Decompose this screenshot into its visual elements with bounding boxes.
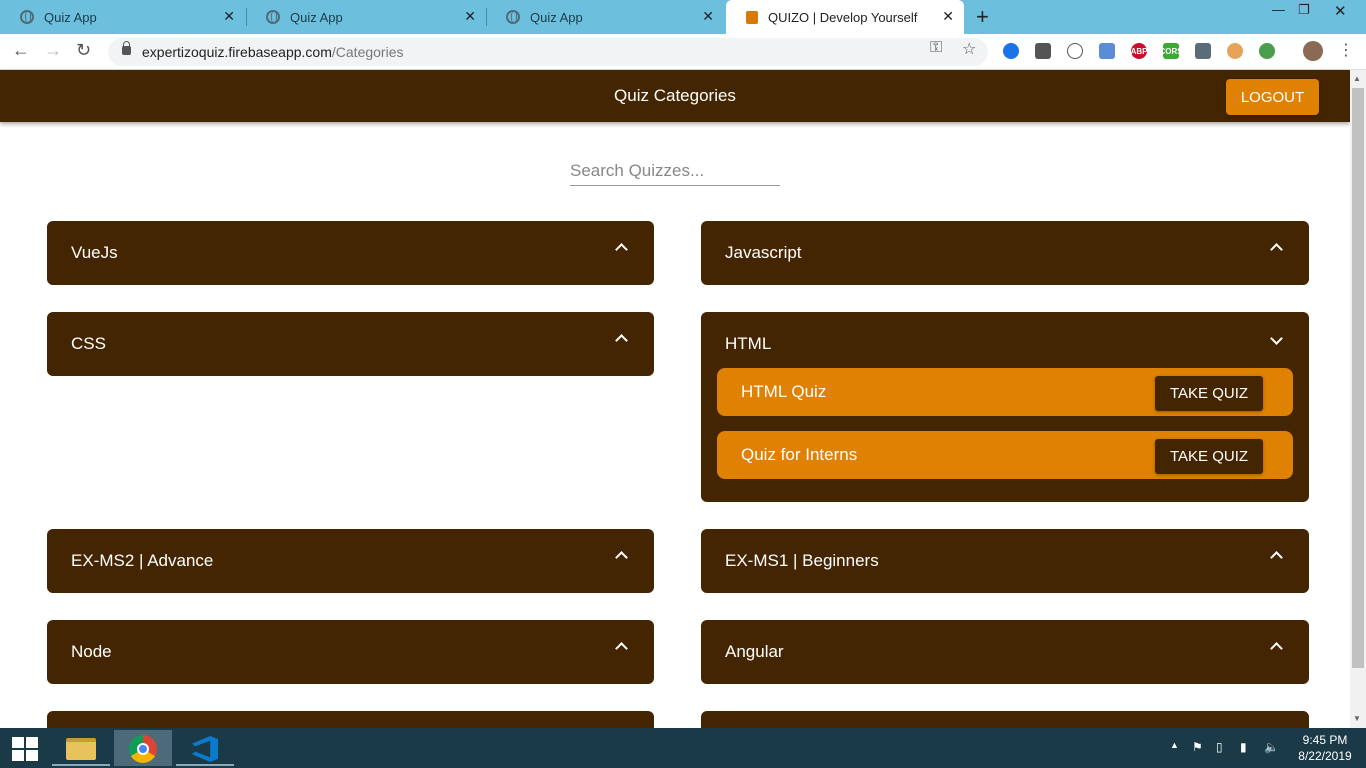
- category-card-vuejs[interactable]: VueJs: [47, 221, 654, 285]
- chevron-up-icon[interactable]: [615, 334, 628, 347]
- menu-kebab-icon[interactable]: ⋮: [1338, 40, 1354, 60]
- volume-muted-icon[interactable]: 🔈: [1264, 740, 1279, 754]
- browser-tab-active[interactable]: QUIZO | Develop Yourself ✕: [726, 0, 964, 34]
- category-title: Angular: [725, 642, 784, 661]
- category-card-node[interactable]: Node: [47, 620, 654, 684]
- browser-tab-bar: Quiz App ✕ Quiz App ✕ Quiz App ✕ QUIZO |…: [0, 0, 1366, 34]
- extension-icon[interactable]: [1259, 43, 1275, 59]
- url-host: expertizoquiz.firebaseapp.com: [142, 44, 332, 60]
- scroll-up-arrow-icon[interactable]: ▲: [1353, 74, 1361, 83]
- reload-icon[interactable]: ↻: [76, 40, 91, 61]
- browser-tab[interactable]: Quiz App ✕: [0, 0, 245, 34]
- chevron-up-icon[interactable]: [615, 642, 628, 655]
- back-arrow-icon[interactable]: ←: [12, 40, 30, 61]
- category-title: EX-MS1 | Beginners: [725, 551, 879, 570]
- category-card-angular[interactable]: Angular: [701, 620, 1309, 684]
- address-bar[interactable]: expertizoquiz.firebaseapp.com/Categories: [108, 38, 988, 66]
- url-path: /Categories: [331, 44, 404, 60]
- globe-icon: [506, 10, 520, 24]
- chevron-up-icon[interactable]: [1270, 551, 1283, 564]
- globe-icon: [266, 10, 280, 24]
- extension-icon[interactable]: [1227, 43, 1243, 59]
- globe-icon: [20, 10, 34, 24]
- chrome-icon[interactable]: [114, 730, 172, 766]
- category-title: CSS: [71, 334, 106, 353]
- scrollbar-thumb[interactable]: [1352, 88, 1364, 668]
- search-input[interactable]: [570, 156, 780, 186]
- close-icon[interactable]: ✕: [464, 8, 476, 25]
- category-card-partial[interactable]: [701, 711, 1309, 728]
- windows-start-icon[interactable]: [12, 737, 38, 761]
- bookmark-star-icon[interactable]: ☆: [962, 39, 976, 59]
- browser-tab[interactable]: Quiz App ✕: [486, 0, 724, 34]
- scroll-down-arrow-icon[interactable]: ▼: [1353, 714, 1361, 723]
- chevron-up-icon[interactable]: [1270, 642, 1283, 655]
- browser-tab[interactable]: Quiz App ✕: [246, 0, 486, 34]
- minimize-icon[interactable]: —: [1272, 2, 1285, 17]
- cors-icon[interactable]: CORS: [1159, 43, 1183, 59]
- category-title: EX-MS2 | Advance: [71, 551, 214, 570]
- forward-arrow-icon[interactable]: →: [44, 40, 62, 61]
- quizo-favicon-icon: [746, 10, 758, 24]
- extension-icon[interactable]: [1003, 43, 1019, 59]
- category-card-html[interactable]: HTML HTML Quiz TAKE QUIZ Quiz for Intern…: [701, 312, 1309, 502]
- os-taskbar: ▲ ⚑ ▯ ▮ 🔈 9:45 PM 8/22/2019: [0, 728, 1366, 768]
- chevron-up-icon[interactable]: [1270, 243, 1283, 256]
- new-tab-plus-icon[interactable]: +: [976, 4, 989, 30]
- take-quiz-button[interactable]: TAKE QUIZ: [1155, 439, 1263, 474]
- window-close-icon[interactable]: ✕: [1334, 2, 1347, 20]
- tab-title: Quiz App: [44, 9, 97, 25]
- extension-icon[interactable]: [1067, 43, 1083, 59]
- tab-title: QUIZO | Develop Yourself: [768, 9, 918, 25]
- quiz-name: HTML Quiz: [741, 382, 827, 401]
- category-card-ex-ms2[interactable]: EX-MS2 | Advance: [47, 529, 654, 593]
- category-card-ex-ms1[interactable]: EX-MS1 | Beginners: [701, 529, 1309, 593]
- tab-title: Quiz App: [530, 9, 583, 25]
- network-signal-icon[interactable]: ▮: [1240, 740, 1247, 754]
- system-clock[interactable]: 9:45 PM 8/22/2019: [1290, 732, 1360, 764]
- extension-icon[interactable]: [1099, 43, 1115, 59]
- page-title: Quiz Categories: [614, 86, 736, 105]
- tab-title: Quiz App: [290, 9, 343, 25]
- battery-icon[interactable]: ▯: [1216, 740, 1223, 754]
- browser-toolbar: ← → ↻ expertizoquiz.firebaseapp.com/Cate…: [0, 34, 1366, 70]
- category-card-css[interactable]: CSS: [47, 312, 654, 376]
- lock-icon: [122, 41, 131, 55]
- category-card-javascript[interactable]: Javascript: [701, 221, 1309, 285]
- app-header: Quiz Categories LOGOUT: [0, 70, 1350, 122]
- file-explorer-icon[interactable]: [52, 730, 110, 766]
- restore-icon[interactable]: ❐: [1298, 2, 1310, 18]
- adblock-icon[interactable]: ABP: [1131, 43, 1147, 59]
- clock-date: 8/22/2019: [1298, 749, 1352, 763]
- logout-button[interactable]: LOGOUT: [1226, 79, 1319, 115]
- category-card-partial[interactable]: [47, 711, 654, 728]
- chevron-up-icon[interactable]: [615, 551, 628, 564]
- extension-icon[interactable]: [1195, 43, 1211, 59]
- close-icon[interactable]: ✕: [702, 8, 714, 25]
- close-icon[interactable]: ✕: [942, 8, 954, 25]
- take-quiz-button[interactable]: TAKE QUIZ: [1155, 376, 1263, 411]
- category-title: VueJs: [71, 243, 118, 262]
- category-title: Javascript: [725, 243, 802, 262]
- profile-avatar[interactable]: [1303, 41, 1323, 61]
- category-title: Node: [71, 642, 112, 661]
- key-icon[interactable]: ⚿: [930, 39, 942, 57]
- clock-time: 9:45 PM: [1302, 733, 1348, 747]
- quiz-item: HTML Quiz TAKE QUIZ: [717, 368, 1293, 416]
- category-title: HTML: [725, 334, 772, 353]
- chevron-down-icon[interactable]: [1270, 332, 1283, 345]
- quiz-name: Quiz for Interns: [741, 445, 858, 464]
- vscode-icon[interactable]: [176, 730, 234, 766]
- chevron-up-icon[interactable]: [615, 243, 628, 256]
- extension-icon[interactable]: [1035, 43, 1051, 59]
- close-icon[interactable]: ✕: [223, 8, 235, 25]
- tray-chevron-up-icon[interactable]: ▲: [1170, 740, 1179, 750]
- flag-icon[interactable]: ⚑: [1192, 740, 1203, 754]
- quiz-item: Quiz for Interns TAKE QUIZ: [717, 431, 1293, 479]
